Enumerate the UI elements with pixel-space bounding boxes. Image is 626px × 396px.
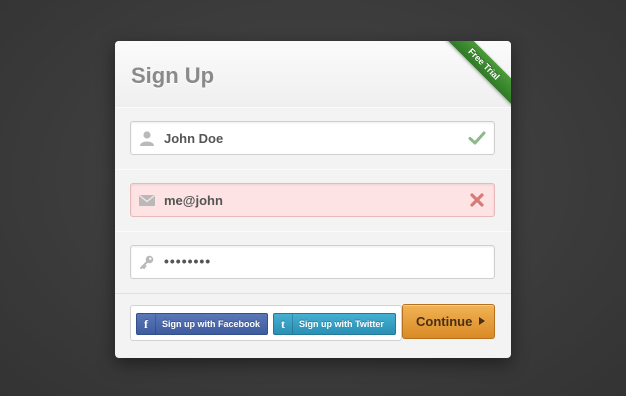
continue-label: Continue bbox=[416, 314, 473, 329]
cross-icon bbox=[470, 193, 484, 207]
name-row: John Doe bbox=[115, 107, 511, 170]
name-value: John Doe bbox=[164, 131, 224, 146]
arrow-right-icon bbox=[479, 317, 485, 325]
email-value: me@john bbox=[164, 193, 223, 208]
password-field[interactable]: •••••••• bbox=[130, 245, 495, 279]
continue-button[interactable]: Continue bbox=[402, 304, 495, 339]
twitter-signup-button[interactable]: t Sign up with Twitter bbox=[273, 313, 396, 335]
twitter-label: Sign up with Twitter bbox=[299, 319, 384, 329]
key-icon bbox=[140, 255, 154, 269]
name-field[interactable]: John Doe bbox=[130, 121, 495, 155]
facebook-icon: f bbox=[137, 314, 156, 334]
form-footer: f Sign up with Facebook t Sign up with T… bbox=[115, 296, 511, 358]
ribbon-corner: Free Trial bbox=[441, 41, 511, 111]
email-field[interactable]: me@john bbox=[130, 183, 495, 217]
signup-card: Sign Up Free Trial John Doe me@john ••••… bbox=[115, 41, 511, 358]
user-icon bbox=[140, 131, 154, 146]
facebook-signup-button[interactable]: f Sign up with Facebook bbox=[136, 313, 268, 335]
facebook-label: Sign up with Facebook bbox=[162, 319, 261, 329]
page-title: Sign Up bbox=[131, 63, 215, 88]
free-trial-ribbon: Free Trial bbox=[441, 41, 511, 108]
twitter-icon: t bbox=[274, 314, 293, 334]
password-value: •••••••• bbox=[164, 253, 212, 269]
mail-icon bbox=[139, 194, 155, 206]
email-row: me@john bbox=[115, 169, 511, 232]
password-row: •••••••• bbox=[115, 231, 511, 294]
checkmark-icon bbox=[468, 131, 486, 145]
social-signup-box: f Sign up with Facebook t Sign up with T… bbox=[130, 305, 402, 341]
card-header: Sign Up Free Trial bbox=[115, 41, 511, 108]
